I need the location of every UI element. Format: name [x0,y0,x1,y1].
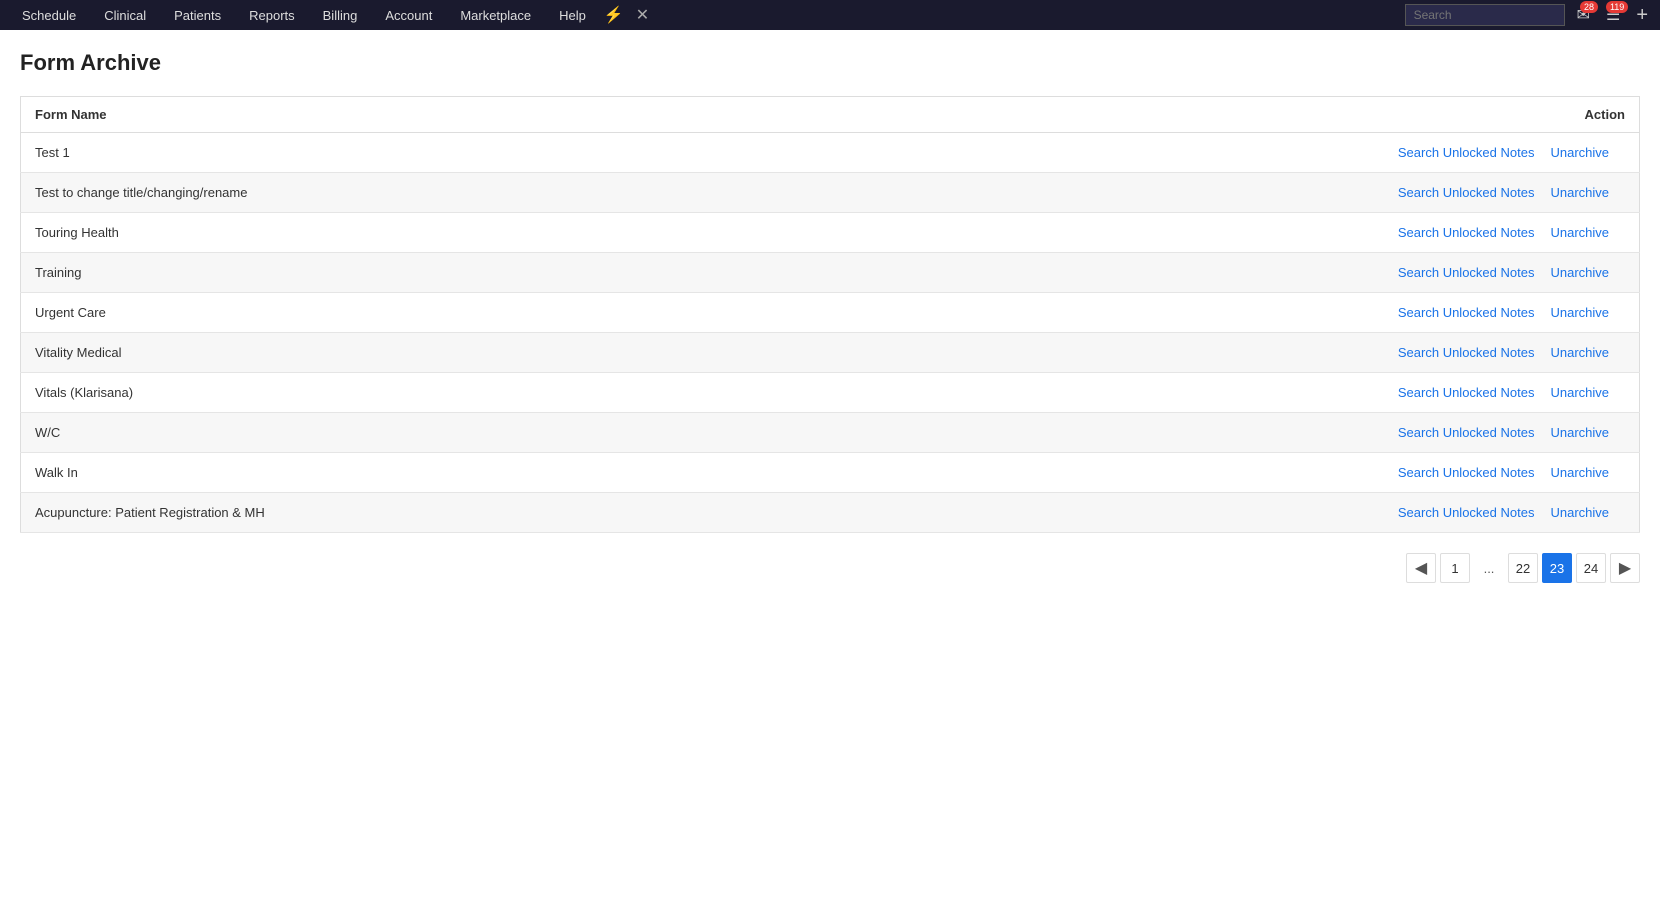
top-nav: Schedule Clinical Patients Reports Billi… [0,0,1660,30]
form-name-cell: Vitality Medical [21,333,835,373]
unarchive-link[interactable]: Unarchive [1550,345,1609,360]
nav-reports[interactable]: Reports [235,0,309,30]
table-row: Touring Health Search Unlocked Notes Unarc… [21,213,1640,253]
unarchive-link[interactable]: Unarchive [1550,305,1609,320]
next-page-btn[interactable]: ▶ [1610,553,1640,583]
form-name-cell: W/C [21,413,835,453]
nav-account[interactable]: Account [371,0,446,30]
col-form-name: Form Name [21,97,835,133]
mail-icon-btn[interactable]: ✉ 28 [1573,5,1594,25]
search-unlocked-notes-link[interactable]: Search Unlocked Notes [1398,385,1535,400]
nav-marketplace[interactable]: Marketplace [446,0,545,30]
notifications-icon-btn[interactable]: ☰ 119 [1602,5,1624,25]
table-row: Vitality Medical Search Unlocked Notes Una… [21,333,1640,373]
action-cell: Search Unlocked Notes Unarchive [834,293,1639,333]
table-row: Vitals (Klarisana) Search Unlocked Notes U… [21,373,1640,413]
nav-help[interactable]: Help [545,0,600,30]
table-row: Urgent Care Search Unlocked Notes Unarchiv… [21,293,1640,333]
mail-badge: 28 [1580,1,1598,13]
add-btn[interactable]: + [1632,4,1652,27]
unarchive-link[interactable]: Unarchive [1550,425,1609,440]
form-name-cell: Vitals (Klarisana) [21,373,835,413]
form-name-cell: Acupuncture: Patient Registration & MH [21,493,835,533]
page-title: Form Archive [20,50,1640,76]
unarchive-link[interactable]: Unarchive [1550,145,1609,160]
table-row: Acupuncture: Patient Registration & MHSe… [21,493,1640,533]
unarchive-link[interactable]: Unarchive [1550,505,1609,520]
page-btn-23[interactable]: 23 [1542,553,1572,583]
form-name-cell: Training [21,253,835,293]
nav-schedule[interactable]: Schedule [8,0,90,30]
search-unlocked-notes-link[interactable]: Search Unlocked Notes [1398,265,1535,280]
unarchive-link[interactable]: Unarchive [1550,225,1609,240]
table-row: Training Search Unlocked Notes Unarchive [21,253,1640,293]
archive-table: Form Name Action Test 1Search Unlocked N… [20,96,1640,533]
table-row: Test 1 Search Unlocked Notes Unarchive [21,133,1640,173]
search-unlocked-notes-link[interactable]: Search Unlocked Notes [1398,345,1535,360]
form-name-cell: Test 1 [21,133,835,173]
notifications-badge: 119 [1606,1,1628,13]
page-btn-24[interactable]: 24 [1576,553,1606,583]
unarchive-link[interactable]: Unarchive [1550,385,1609,400]
nav-items: Schedule Clinical Patients Reports Billi… [8,0,1405,30]
form-name-cell: Touring Health [21,213,835,253]
form-name-cell: Walk In [21,453,835,493]
action-cell: Search Unlocked Notes Unarchive [834,213,1639,253]
nav-right: ✉ 28 ☰ 119 + [1405,4,1652,27]
action-cell: Search Unlocked Notes Unarchive [834,173,1639,213]
page-btn-1[interactable]: 1 [1440,553,1470,583]
action-cell: Search Unlocked Notes Unarchive [834,333,1639,373]
page-ellipsis: ... [1474,553,1504,583]
main-content: Form Archive Form Name Action Test 1Sear… [0,30,1660,603]
nav-clinical[interactable]: Clinical [90,0,160,30]
unarchive-link[interactable]: Unarchive [1550,185,1609,200]
search-unlocked-notes-link[interactable]: Search Unlocked Notes [1398,305,1535,320]
table-header-row: Form Name Action [21,97,1640,133]
action-cell: Search Unlocked Notes Unarchive [834,493,1639,533]
action-cell: Search Unlocked Notes Unarchive [834,413,1639,453]
search-unlocked-notes-link[interactable]: Search Unlocked Notes [1398,185,1535,200]
nav-patients[interactable]: Patients [160,0,235,30]
page-btn-22[interactable]: 22 [1508,553,1538,583]
nav-separator: ⚡ [600,5,628,25]
search-unlocked-notes-link[interactable]: Search Unlocked Notes [1398,505,1535,520]
table-row: W/C Search Unlocked Notes Unarchive [21,413,1640,453]
table-row: Test to change title/changing/renameSear… [21,173,1640,213]
unarchive-link[interactable]: Unarchive [1550,465,1609,480]
action-cell: Search Unlocked Notes Unarchive [834,253,1639,293]
action-cell: Search Unlocked Notes Unarchive [834,373,1639,413]
unarchive-link[interactable]: Unarchive [1550,265,1609,280]
pagination: ◀ 1 ... 22 23 24 ▶ [20,553,1640,583]
search-unlocked-notes-link[interactable]: Search Unlocked Notes [1398,225,1535,240]
nav-close-btn[interactable]: ✕ [628,5,657,25]
col-action: Action [834,97,1639,133]
search-input[interactable] [1405,4,1565,26]
table-row: Walk In Search Unlocked Notes Unarchive [21,453,1640,493]
prev-page-btn[interactable]: ◀ [1406,553,1436,583]
action-cell: Search Unlocked Notes Unarchive [834,133,1639,173]
nav-billing[interactable]: Billing [309,0,372,30]
search-unlocked-notes-link[interactable]: Search Unlocked Notes [1398,145,1535,160]
search-unlocked-notes-link[interactable]: Search Unlocked Notes [1398,425,1535,440]
form-name-cell: Test to change title/changing/rename [21,173,835,213]
form-name-cell: Urgent Care [21,293,835,333]
action-cell: Search Unlocked Notes Unarchive [834,453,1639,493]
search-unlocked-notes-link[interactable]: Search Unlocked Notes [1398,465,1535,480]
